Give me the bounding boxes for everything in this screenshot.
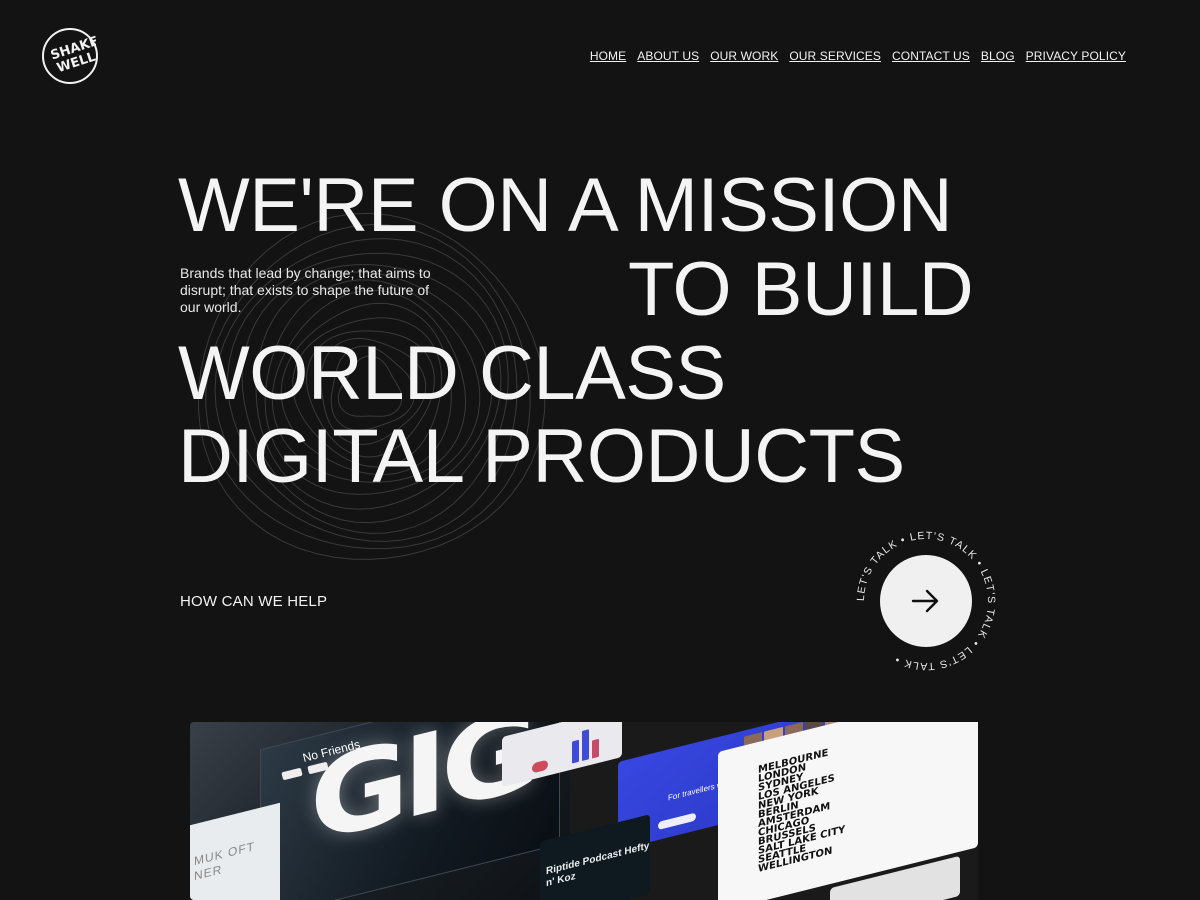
- nav-our-services[interactable]: OUR SERVICES: [789, 49, 881, 63]
- nav-blog[interactable]: BLOG: [981, 49, 1015, 63]
- hero-headline-line-3: WORLD CLASS: [178, 331, 726, 416]
- hero-headline-line-4: DIGITAL PRODUCTS: [178, 414, 905, 499]
- showcase-travel-button: [658, 812, 696, 831]
- showcase-bar: [582, 729, 589, 762]
- nav-privacy-policy[interactable]: PRIVACY POLICY: [1026, 49, 1126, 63]
- hero-tagline: Brands that lead by change; that aims to…: [180, 265, 431, 315]
- showcase-cities-list: MELBOURNE LONDON SYDNEY LOS ANGELES NEW YORK…: [758, 744, 845, 875]
- work-showcase-image: GIG No Friends MUK OFT NER For traveller…: [190, 722, 978, 900]
- lets-talk-button[interactable]: LET'S TALK • LET'S TALK • LET'S TALK • L…: [856, 531, 996, 671]
- nav-our-work[interactable]: OUR WORK: [710, 49, 778, 63]
- nav-contact-us[interactable]: CONTACT US: [892, 49, 970, 63]
- page: SHAKE WELL HOME ABOUT US OUR WORK OUR SE…: [0, 0, 1200, 900]
- showcase-podcast-text: Riptide Podcast Hefty n' Koz: [546, 840, 650, 890]
- showcase-donut: [532, 759, 548, 774]
- logo-mark-icon: SHAKE WELL: [49, 34, 96, 76]
- how-can-we-help-link[interactable]: HOW CAN WE HELP: [180, 593, 327, 610]
- hero-headline-line-2: TO BUILD: [628, 247, 974, 332]
- main-nav: HOME ABOUT US OUR WORK OUR SERVICES CONT…: [590, 49, 1126, 63]
- logo[interactable]: SHAKE WELL: [42, 28, 98, 84]
- arrow-right-icon: [911, 589, 939, 613]
- nav-about-us[interactable]: ABOUT US: [637, 49, 699, 63]
- hero-headline-line-1: WE'RE ON A MISSION: [178, 163, 953, 248]
- showcase-side-panel: MUK OFT NER: [190, 802, 280, 900]
- lets-talk-circle[interactable]: [880, 555, 972, 647]
- showcase-side-text: MUK OFT NER: [194, 839, 255, 884]
- nav-home[interactable]: HOME: [590, 49, 626, 63]
- showcase-bar: [592, 738, 599, 759]
- showcase-bar: [572, 739, 579, 764]
